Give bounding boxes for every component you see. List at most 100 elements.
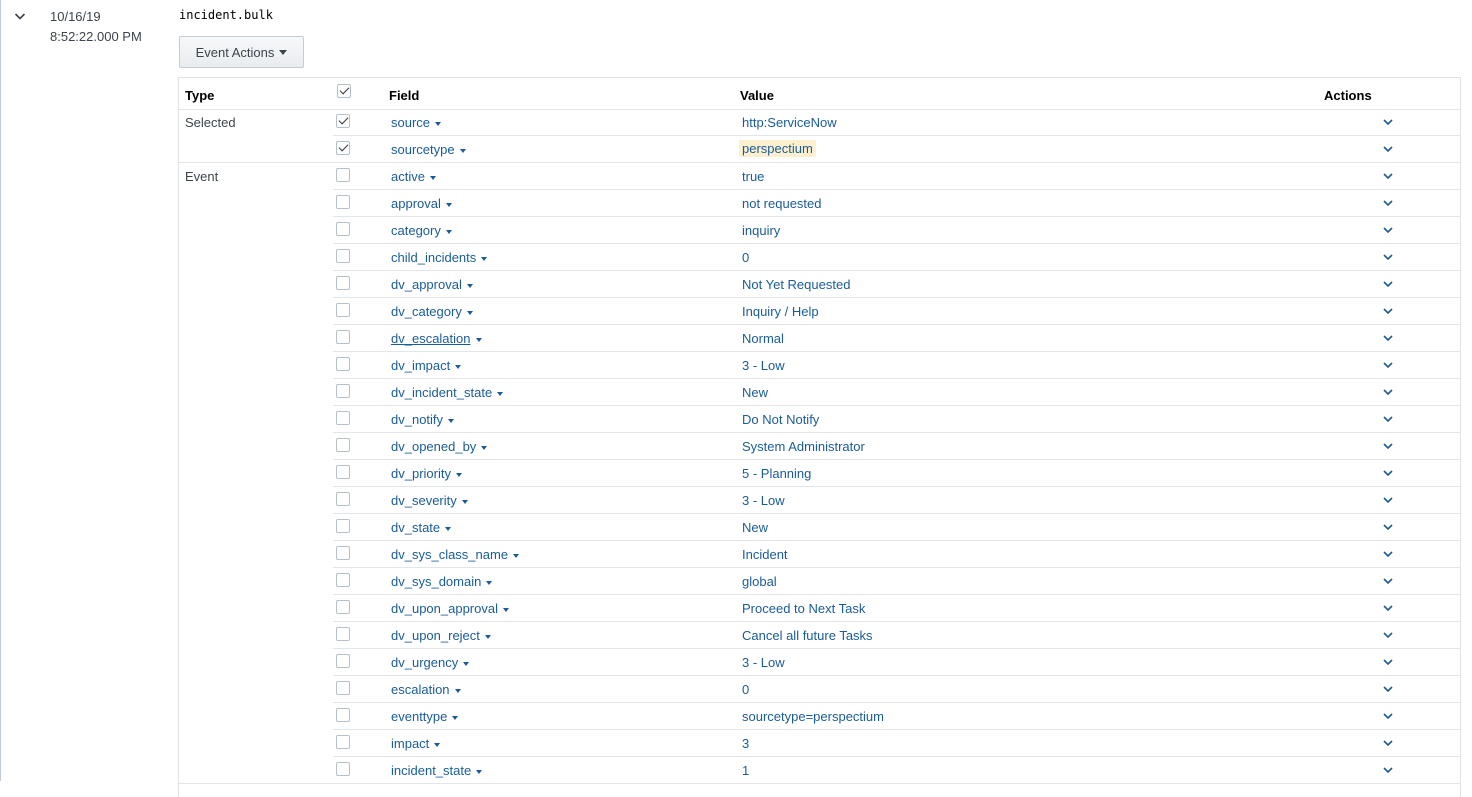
caret-down-icon[interactable] [461, 499, 468, 504]
field-name-link[interactable]: dv_upon_approval [391, 601, 509, 616]
field-select-checkbox[interactable] [336, 438, 350, 452]
row-actions-chevron-icon[interactable] [1382, 575, 1394, 590]
field-value-link[interactable]: 3 - Low [742, 493, 785, 508]
caret-down-icon[interactable] [454, 688, 461, 693]
row-actions-chevron-icon[interactable] [1382, 656, 1394, 671]
field-value-link[interactable]: 3 - Low [742, 655, 785, 670]
caret-down-icon[interactable] [484, 634, 491, 639]
caret-down-icon[interactable] [513, 553, 520, 558]
caret-down-icon[interactable] [476, 769, 483, 774]
field-value-link[interactable]: sourcetype=perspectium [742, 709, 884, 724]
caret-down-icon[interactable] [435, 121, 442, 126]
row-actions-chevron-icon[interactable] [1382, 116, 1394, 131]
caret-down-icon[interactable] [475, 337, 482, 342]
field-value-link[interactable]: Not Yet Requested [742, 277, 850, 292]
field-select-checkbox[interactable] [336, 627, 350, 641]
caret-down-icon[interactable] [466, 283, 473, 288]
caret-down-icon[interactable] [463, 661, 470, 666]
field-select-checkbox[interactable] [336, 141, 350, 155]
caret-down-icon[interactable] [502, 607, 509, 612]
caret-down-icon[interactable] [486, 580, 493, 585]
field-name-link[interactable]: dv_approval [391, 277, 473, 292]
field-value-link[interactable]: true [742, 169, 764, 184]
field-select-checkbox[interactable] [336, 303, 350, 317]
field-name-link[interactable]: category [391, 223, 452, 238]
field-name-link[interactable]: dv_notify [391, 412, 455, 427]
field-value-link[interactable]: 0 [742, 682, 749, 697]
field-value-link[interactable]: not requested [742, 196, 822, 211]
row-actions-chevron-icon[interactable] [1382, 440, 1394, 455]
row-actions-chevron-icon[interactable] [1382, 764, 1394, 779]
caret-down-icon[interactable] [459, 148, 466, 153]
row-actions-chevron-icon[interactable] [1382, 602, 1394, 617]
field-name-link[interactable]: source [391, 115, 442, 130]
row-actions-chevron-icon[interactable] [1382, 278, 1394, 293]
field-name-link[interactable]: dv_upon_reject [391, 628, 491, 643]
caret-down-icon[interactable] [429, 175, 436, 180]
field-value-link[interactable]: New [742, 385, 768, 400]
caret-down-icon[interactable] [445, 202, 452, 207]
field-name-link[interactable]: sourcetype [391, 142, 466, 157]
event-actions-button[interactable]: Event Actions [179, 36, 304, 68]
field-select-checkbox[interactable] [336, 330, 350, 344]
field-select-checkbox[interactable] [336, 492, 350, 506]
row-actions-chevron-icon[interactable] [1382, 224, 1394, 239]
row-actions-chevron-icon[interactable] [1382, 251, 1394, 266]
caret-down-icon[interactable] [448, 418, 455, 423]
caret-down-icon[interactable] [445, 526, 452, 531]
field-name-link[interactable]: dv_incident_state [391, 385, 504, 400]
field-select-checkbox[interactable] [336, 357, 350, 371]
field-select-checkbox[interactable] [336, 600, 350, 614]
field-select-checkbox[interactable] [336, 195, 350, 209]
field-name-link[interactable]: dv_urgency [391, 655, 470, 670]
caret-down-icon[interactable] [455, 472, 462, 477]
field-value-link[interactable]: 0 [742, 250, 749, 265]
row-actions-chevron-icon[interactable] [1382, 332, 1394, 347]
row-actions-chevron-icon[interactable] [1382, 143, 1394, 158]
field-name-link[interactable]: dv_severity [391, 493, 468, 508]
field-value-link[interactable]: 3 - Low [742, 358, 785, 373]
field-value-link[interactable]: Incident [742, 547, 788, 562]
row-actions-chevron-icon[interactable] [1382, 683, 1394, 698]
field-value-link[interactable]: New [742, 520, 768, 535]
caret-down-icon[interactable] [497, 391, 504, 396]
field-value-link[interactable]: http:ServiceNow [742, 115, 837, 130]
caret-down-icon[interactable] [455, 364, 462, 369]
row-actions-chevron-icon[interactable] [1382, 548, 1394, 563]
row-actions-chevron-icon[interactable] [1382, 197, 1394, 212]
field-select-checkbox[interactable] [336, 681, 350, 695]
field-value-link[interactable]: global [742, 574, 777, 589]
row-actions-chevron-icon[interactable] [1382, 521, 1394, 536]
row-actions-chevron-icon[interactable] [1382, 305, 1394, 320]
field-select-checkbox[interactable] [336, 168, 350, 182]
field-name-link[interactable]: active [391, 169, 436, 184]
caret-down-icon[interactable] [434, 742, 441, 747]
field-value-link[interactable]: inquiry [742, 223, 780, 238]
caret-down-icon[interactable] [466, 310, 473, 315]
field-value-link[interactable]: Cancel all future Tasks [742, 628, 873, 643]
field-select-checkbox[interactable] [336, 222, 350, 236]
field-select-checkbox[interactable] [336, 708, 350, 722]
field-name-link[interactable]: dv_category [391, 304, 473, 319]
field-name-link[interactable]: dv_state [391, 520, 452, 535]
field-value-link[interactable]: Normal [742, 331, 784, 346]
caret-down-icon[interactable] [452, 715, 459, 720]
field-name-link[interactable]: dv_priority [391, 466, 462, 481]
row-actions-chevron-icon[interactable] [1382, 710, 1394, 725]
field-name-link[interactable]: incident_state [391, 763, 483, 778]
field-value-link[interactable]: perspectium [739, 140, 816, 157]
field-value-link[interactable]: 5 - Planning [742, 466, 811, 481]
field-select-checkbox[interactable] [336, 114, 350, 128]
field-select-checkbox[interactable] [336, 276, 350, 290]
field-name-link[interactable]: impact [391, 736, 441, 751]
field-name-link[interactable]: escalation [391, 682, 461, 697]
row-actions-chevron-icon[interactable] [1382, 494, 1394, 509]
field-select-checkbox[interactable] [336, 384, 350, 398]
field-name-link[interactable]: eventtype [391, 709, 459, 724]
row-actions-chevron-icon[interactable] [1382, 467, 1394, 482]
field-select-checkbox[interactable] [336, 465, 350, 479]
field-value-link[interactable]: System Administrator [742, 439, 865, 454]
field-name-link[interactable]: dv_impact [391, 358, 462, 373]
caret-down-icon[interactable] [481, 445, 488, 450]
field-value-link[interactable]: 3 [742, 736, 749, 751]
